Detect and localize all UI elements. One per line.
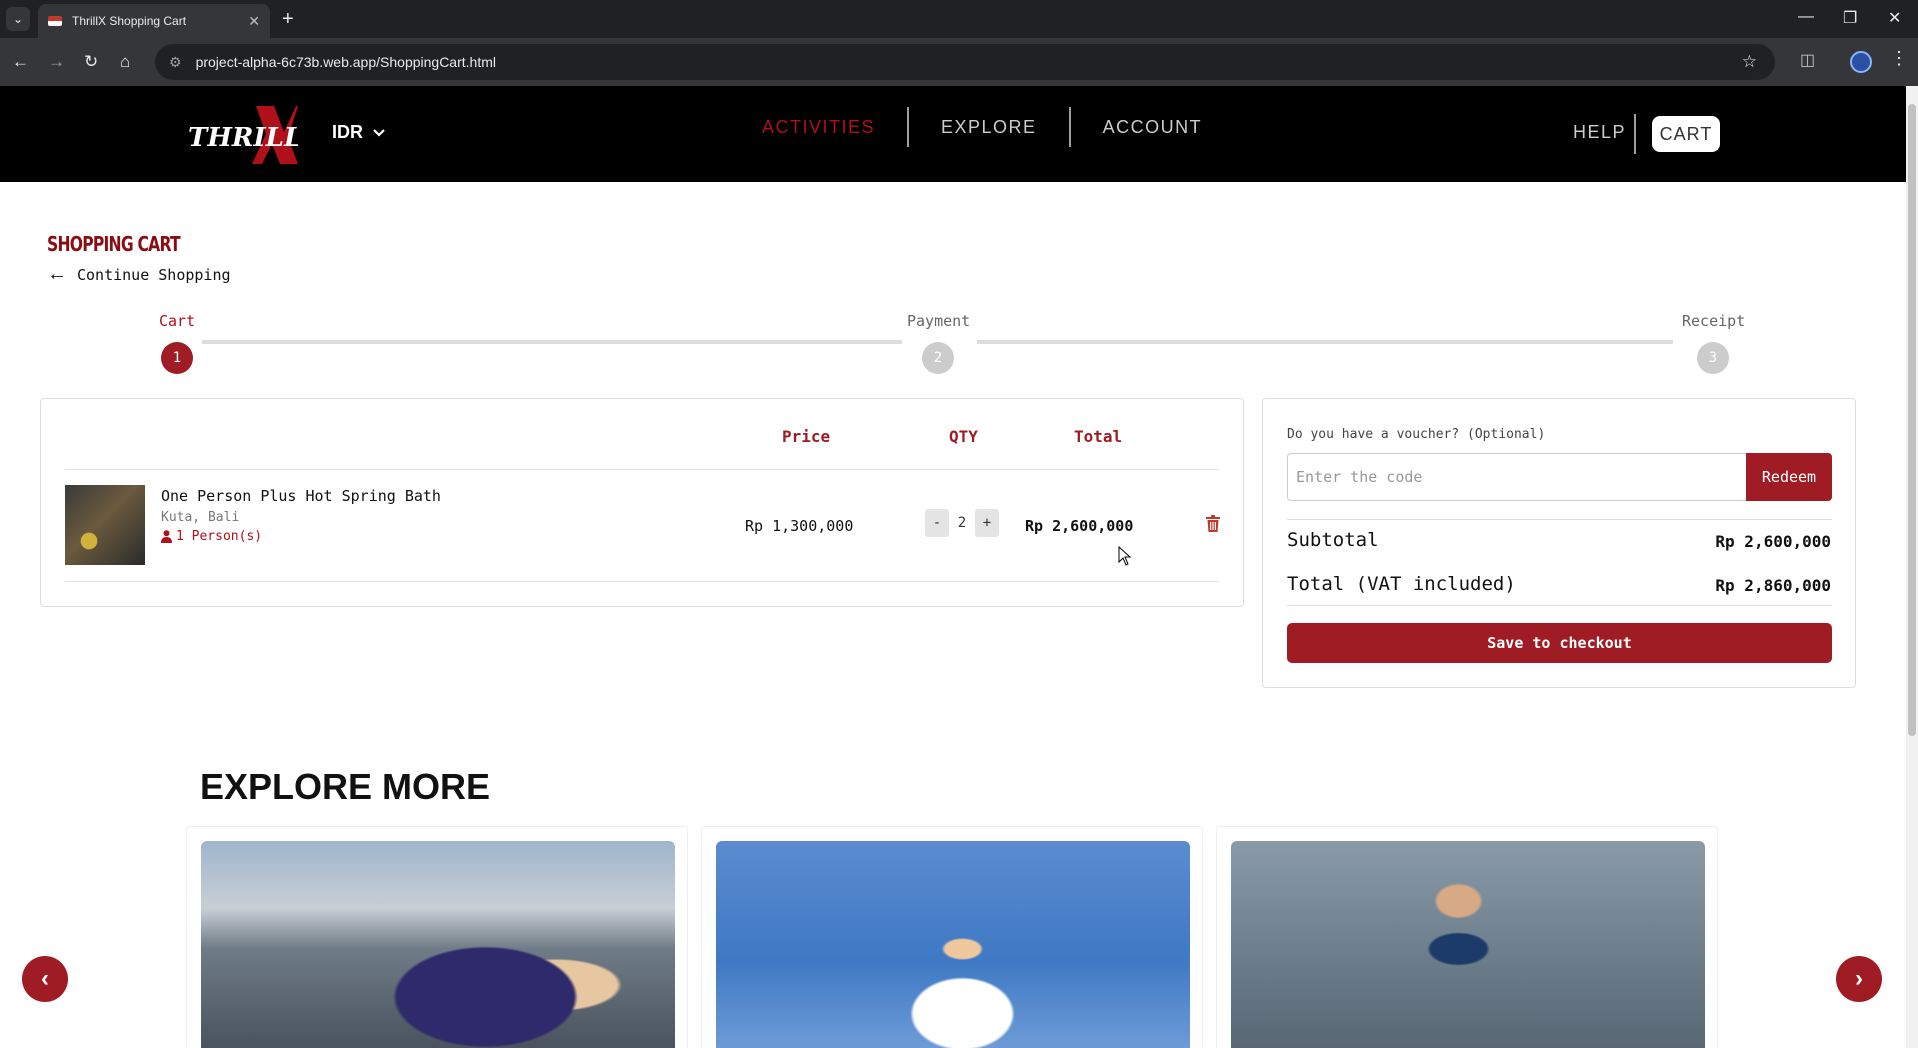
nav-divider — [1634, 114, 1636, 154]
chevron-down-icon — [373, 128, 385, 137]
item-persons-label: 1 Person(s) — [176, 529, 263, 544]
currency-value: IDR — [332, 122, 363, 142]
step-receipt-label: Receipt — [1682, 312, 1746, 330]
bookmark-star-icon[interactable]: ☆ — [1742, 52, 1757, 72]
explore-card-image[interactable] — [1231, 841, 1705, 1048]
profile-avatar[interactable] — [1850, 51, 1872, 73]
minimize-icon[interactable]: — — [1798, 8, 1814, 26]
item-total: Rp 2,600,000 — [1025, 517, 1134, 535]
tab-title: ThrillX Shopping Cart — [72, 14, 187, 28]
nav-account[interactable]: ACCOUNT — [1071, 117, 1235, 138]
browser-tab-bar: ⌄ ThrillX Shopping Cart ✕ + — ❐ ✕ — [0, 0, 1918, 38]
mouse-cursor-icon — [1118, 546, 1132, 566]
explore-card-image[interactable] — [201, 841, 675, 1048]
browser-menu-icon[interactable]: ⋮ — [1890, 48, 1908, 69]
item-name[interactable]: One Person Plus Hot Spring Bath — [161, 487, 441, 505]
carousel-prev-button[interactable]: ‹ — [22, 956, 68, 1002]
address-bar[interactable]: ⚙ project-alpha-6c73b.web.app/ShoppingCa… — [155, 44, 1775, 80]
step-receipt-number: 3 — [1697, 342, 1729, 374]
summary-divider — [1287, 605, 1832, 606]
total-value: Rp 2,860,000 — [1715, 576, 1831, 595]
person-icon — [161, 530, 172, 543]
window-close-icon[interactable]: ✕ — [1888, 8, 1901, 28]
home-icon[interactable]: ⌂ — [120, 50, 130, 74]
reload-icon[interactable]: ↻ — [84, 50, 98, 74]
chevron-right-icon: › — [1855, 965, 1863, 992]
new-tab-icon[interactable]: + — [282, 7, 294, 31]
voucher-input[interactable] — [1287, 453, 1747, 501]
nav-explore[interactable]: EXPLORE — [909, 117, 1069, 138]
step-cart-label: Cart — [159, 312, 196, 330]
browser-toolbar: ← → ↻ ⌂ ⚙ project-alpha-6c73b.web.app/Sh… — [0, 38, 1918, 86]
subtotal-value: Rp 2,600,000 — [1715, 532, 1831, 551]
arrow-left-icon: ← — [47, 263, 67, 285]
nav-activities[interactable]: ACTIVITIES — [730, 117, 907, 138]
cart-button[interactable]: CART — [1652, 116, 1720, 152]
continue-shopping-label: Continue Shopping — [77, 265, 231, 284]
back-icon[interactable]: ← — [12, 50, 29, 74]
currency-selector[interactable]: IDR — [332, 122, 385, 143]
browser-tab[interactable]: ThrillX Shopping Cart ✕ — [38, 4, 270, 38]
save-to-checkout-button[interactable]: Save to checkout — [1287, 623, 1832, 663]
step-cart-number: 1 — [161, 342, 193, 374]
header-qty: QTY — [949, 427, 978, 446]
step-payment-label: Payment — [907, 312, 971, 330]
redeem-button[interactable]: Redeem — [1746, 453, 1832, 501]
site-info-icon[interactable]: ⚙ — [169, 54, 182, 71]
forward-icon[interactable]: → — [48, 50, 65, 74]
site-header: THRILLX IDR ACTIVITIES EXPLORE ACCOUNT H… — [0, 86, 1906, 182]
qty-value: 2 — [957, 515, 967, 531]
nav-help[interactable]: HELP — [1573, 122, 1626, 143]
url-host: project-alpha-6c73b.web.app — [195, 54, 377, 70]
url-path: /ShoppingCart.html — [376, 54, 496, 70]
total-label: Total (VAT included) — [1287, 573, 1516, 595]
extensions-icon[interactable]: ◫ — [1800, 50, 1815, 70]
page-title: SHOPPING CART — [47, 232, 181, 256]
table-divider — [65, 581, 1219, 582]
chevron-left-icon: ‹ — [41, 965, 49, 992]
explore-card-image[interactable] — [716, 841, 1190, 1048]
order-summary: Do you have a voucher? (Optional) Redeem… — [1262, 398, 1856, 688]
thrillx-logo[interactable]: THRILLX — [188, 104, 298, 164]
header-price: Price — [782, 427, 831, 446]
step-payment-number: 2 — [922, 342, 954, 374]
table-divider — [65, 469, 1219, 470]
item-persons: 1 Person(s) — [161, 529, 262, 544]
explore-card[interactable] — [1216, 826, 1718, 1048]
header-total: Total — [1074, 427, 1123, 446]
step-connector — [202, 340, 902, 344]
summary-divider — [1287, 519, 1832, 520]
step-connector — [977, 340, 1673, 344]
flag-favicon-icon — [48, 16, 62, 26]
main-nav: ACTIVITIES EXPLORE ACCOUNT — [730, 106, 1234, 148]
close-tab-icon[interactable]: ✕ — [248, 13, 260, 30]
trash-icon[interactable] — [1206, 515, 1220, 532]
qty-increase-button[interactable]: + — [975, 509, 999, 537]
page-scrollbar[interactable] — [1906, 86, 1918, 1048]
quantity-stepper: - 2 + — [925, 509, 999, 537]
item-thumbnail[interactable] — [65, 485, 145, 565]
voucher-label: Do you have a voucher? (Optional) — [1287, 427, 1546, 442]
tab-search-icon[interactable]: ⌄ — [6, 7, 30, 31]
continue-shopping-link[interactable]: ← Continue Shopping — [47, 263, 231, 286]
explore-more-title: EXPLORE MORE — [200, 766, 491, 807]
explore-card[interactable] — [701, 826, 1203, 1048]
restore-icon[interactable]: ❐ — [1843, 8, 1857, 28]
explore-card[interactable] — [186, 826, 688, 1048]
item-price: Rp 1,300,000 — [745, 517, 854, 535]
item-location: Kuta, Bali — [161, 510, 240, 525]
qty-decrease-button[interactable]: - — [925, 509, 949, 537]
scrollbar-thumb[interactable] — [1908, 104, 1916, 736]
carousel-next-button[interactable]: › — [1836, 956, 1882, 1002]
subtotal-label: Subtotal — [1287, 529, 1379, 551]
cart-table: Price QTY Total One Person Plus Hot Spri… — [40, 398, 1244, 607]
logo-text: THRILLX — [188, 123, 298, 153]
